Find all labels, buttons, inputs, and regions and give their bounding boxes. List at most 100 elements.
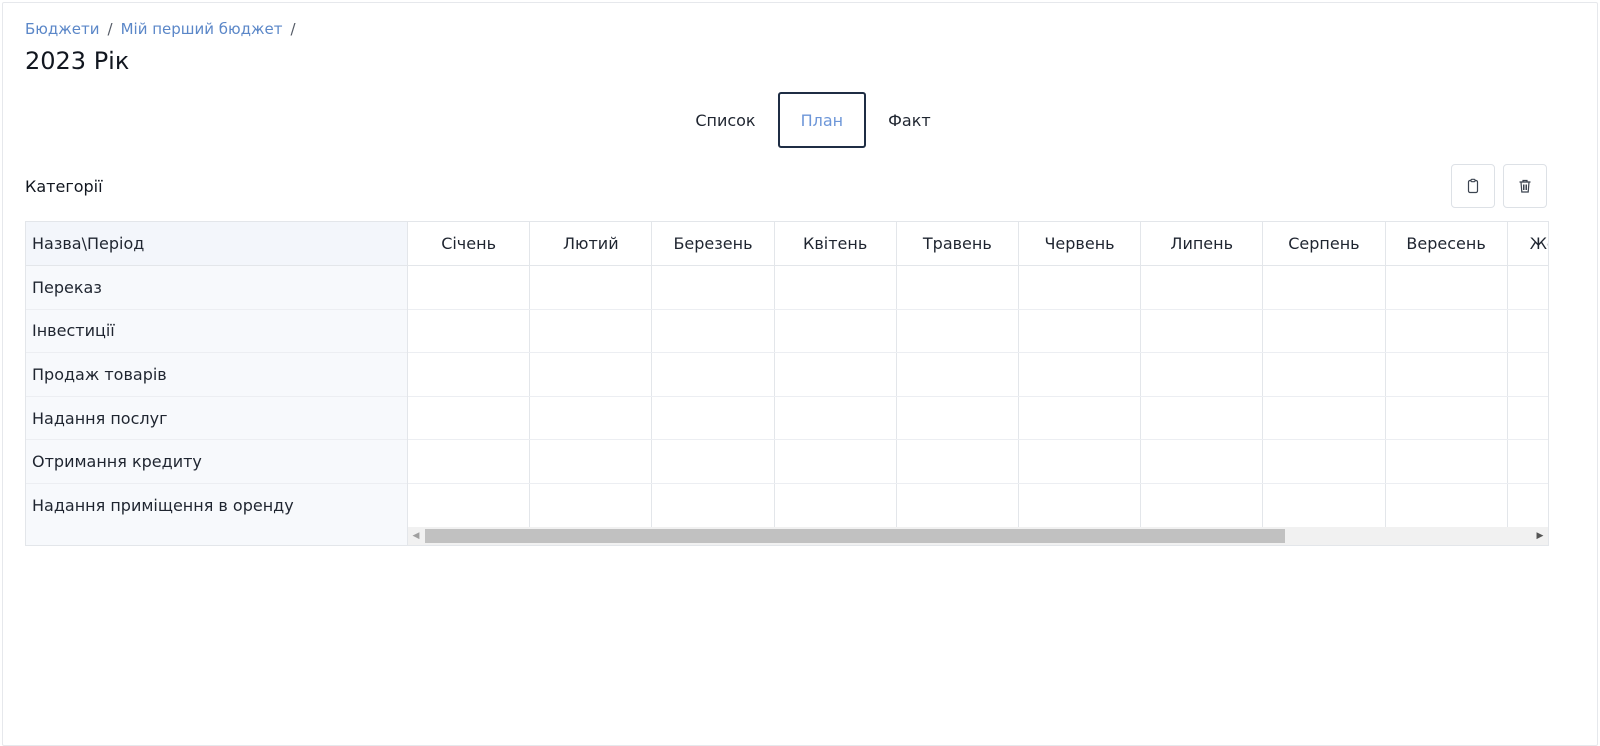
budget-cell[interactable] — [408, 353, 531, 396]
budget-cell[interactable] — [1141, 483, 1264, 527]
budget-cell[interactable] — [530, 396, 653, 440]
budget-cell[interactable] — [775, 309, 897, 353]
budget-cell[interactable] — [530, 309, 653, 353]
budget-cell[interactable] — [1508, 353, 1548, 396]
budget-cell[interactable] — [1263, 309, 1386, 353]
budget-cell[interactable] — [1386, 483, 1508, 527]
budget-cell[interactable] — [408, 309, 531, 353]
budget-cell[interactable] — [408, 266, 531, 309]
budget-cell[interactable] — [1019, 266, 1142, 309]
budget-cell[interactable] — [1141, 396, 1264, 440]
month-header: Березень — [652, 222, 775, 265]
budget-cell[interactable] — [530, 440, 653, 483]
budget-cell[interactable] — [1019, 309, 1142, 353]
budget-cell[interactable] — [408, 440, 531, 483]
budget-cell[interactable] — [1019, 396, 1142, 440]
budget-cell[interactable] — [1508, 440, 1548, 483]
data-row — [408, 266, 1548, 310]
tab-fact[interactable]: Факт — [866, 92, 953, 148]
budget-cell[interactable] — [1263, 266, 1386, 309]
budget-cell[interactable] — [897, 483, 1019, 527]
budget-cell[interactable] — [1019, 440, 1142, 483]
budget-cell[interactable] — [1386, 396, 1508, 440]
budget-cell[interactable] — [1386, 309, 1508, 353]
view-tabs: Список План Факт — [3, 92, 1599, 148]
tab-list[interactable]: Список — [673, 92, 777, 148]
month-header: Лютий — [530, 222, 653, 265]
data-row — [408, 483, 1548, 528]
breadcrumb-budget-link[interactable]: Мій перший бюджет — [121, 20, 283, 38]
budget-cell[interactable] — [530, 483, 653, 527]
budget-cell[interactable] — [1508, 266, 1548, 309]
budget-cell[interactable] — [1141, 440, 1264, 483]
month-header: Жовтень — [1508, 222, 1548, 265]
trash-icon — [1519, 179, 1531, 193]
breadcrumb-separator: / — [290, 20, 296, 38]
delete-button[interactable] — [1503, 164, 1547, 208]
budget-cell[interactable] — [897, 440, 1019, 483]
month-header-row: Січень Лютий Березень Квітень Травень Че… — [408, 222, 1548, 266]
budget-cell[interactable] — [408, 396, 531, 440]
category-row[interactable]: Переказ — [26, 266, 407, 310]
category-row[interactable]: Надання приміщення в оренду — [26, 484, 407, 528]
month-header: Серпень — [1263, 222, 1386, 265]
month-header: Вересень — [1386, 222, 1508, 265]
copy-button[interactable] — [1451, 164, 1495, 208]
budget-cell[interactable] — [897, 309, 1019, 353]
scroll-left-arrow-icon[interactable]: ◀ — [408, 527, 424, 545]
horizontal-scrollbar[interactable]: ◀ ▶ — [408, 527, 1548, 545]
budget-cell[interactable] — [652, 440, 775, 483]
budget-cell[interactable] — [1019, 483, 1142, 527]
budget-cell[interactable] — [652, 483, 775, 527]
category-column: Назва\Період Переказ Інвестиції Продаж т… — [26, 222, 408, 545]
budget-cell[interactable] — [530, 353, 653, 396]
category-row[interactable]: Інвестиції — [26, 310, 407, 354]
data-row — [408, 353, 1548, 397]
budget-cell[interactable] — [652, 396, 775, 440]
budget-cell[interactable] — [1019, 353, 1142, 396]
budget-cell[interactable] — [1508, 484, 1548, 527]
budget-cell[interactable] — [1263, 440, 1386, 483]
budget-cell[interactable] — [775, 353, 897, 396]
scrollbar-thumb[interactable] — [425, 529, 1285, 543]
breadcrumb: Бюджети / Мій перший бюджет / — [25, 20, 296, 38]
budget-cell[interactable] — [897, 353, 1019, 396]
budget-cell[interactable] — [1263, 353, 1386, 396]
budget-cell[interactable] — [1141, 266, 1264, 309]
budget-cell[interactable] — [897, 266, 1019, 309]
budget-cell[interactable] — [1141, 353, 1264, 396]
month-header: Січень — [408, 222, 531, 265]
budget-cell[interactable] — [1508, 397, 1548, 440]
data-rows — [408, 266, 1548, 528]
budget-cell[interactable] — [530, 266, 653, 309]
month-header: Липень — [1141, 222, 1264, 265]
budget-cell[interactable] — [1386, 440, 1508, 483]
budget-cell[interactable] — [652, 353, 775, 396]
budget-cell[interactable] — [1263, 396, 1386, 440]
budget-cell[interactable] — [897, 396, 1019, 440]
budget-cell[interactable] — [1508, 310, 1548, 353]
budget-cell[interactable] — [1386, 353, 1508, 396]
budget-cell[interactable] — [775, 440, 897, 483]
data-row — [408, 309, 1548, 354]
tab-plan[interactable]: План — [777, 92, 867, 148]
budget-cell[interactable] — [1263, 483, 1386, 527]
budget-grid: Назва\Період Переказ Інвестиції Продаж т… — [25, 221, 1549, 546]
budget-cell[interactable] — [1141, 309, 1264, 353]
category-row[interactable]: Продаж товарів — [26, 353, 407, 397]
budget-cell[interactable] — [1386, 266, 1508, 309]
category-row[interactable]: Надання послуг — [26, 397, 407, 441]
budget-cell[interactable] — [775, 396, 897, 440]
breadcrumb-separator: / — [107, 20, 113, 38]
breadcrumb-budgets-link[interactable]: Бюджети — [25, 20, 100, 38]
budget-cell[interactable] — [775, 266, 897, 309]
budget-cell[interactable] — [775, 483, 897, 527]
category-row[interactable]: Отримання кредиту — [26, 440, 407, 484]
scroll-right-arrow-icon[interactable]: ▶ — [1532, 527, 1548, 545]
budget-cell[interactable] — [408, 483, 531, 527]
budget-cell[interactable] — [652, 266, 775, 309]
data-row — [408, 440, 1548, 484]
month-grid: Січень Лютий Березень Квітень Травень Че… — [408, 222, 1548, 528]
corner-header: Назва\Період — [26, 222, 407, 266]
budget-cell[interactable] — [652, 309, 775, 353]
